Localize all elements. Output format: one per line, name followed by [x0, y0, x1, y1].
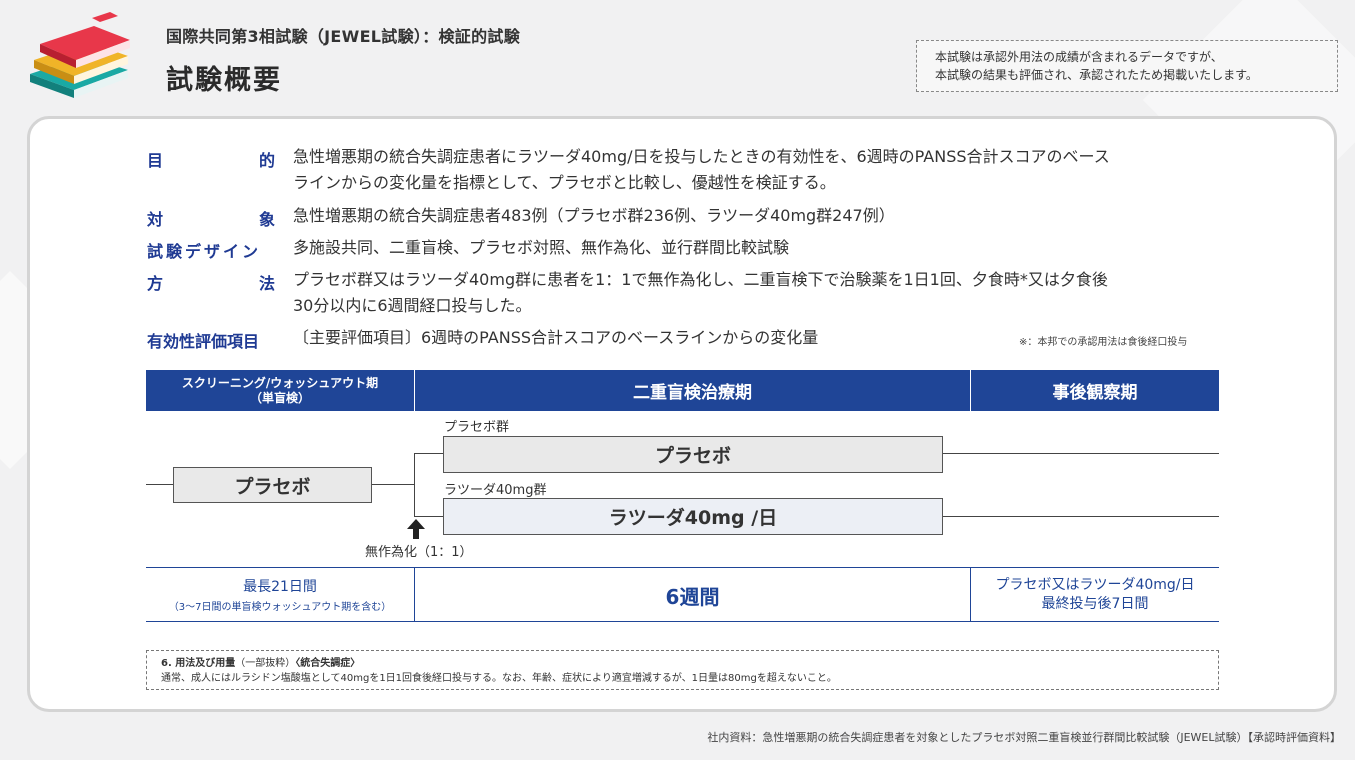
- source-footer: 社内資料：急性増悪期の統合失調症患者を対象としたプラセボ対照二重盲検並行群間比較…: [707, 731, 1341, 744]
- followup-duration-line: プラセボ又はラツーダ40mg/日: [995, 577, 1195, 593]
- method-label: 方法: [147, 274, 275, 293]
- phase-screening-line: （単盲検）: [249, 390, 310, 405]
- subject-label: 対象: [147, 210, 275, 229]
- method-line: 30分以内に6週間経口投与した。: [293, 296, 532, 315]
- purpose-line: 急性増悪期の統合失調症患者にラツーダ40mg/日を投与したときの有効性を、6週時…: [293, 147, 1110, 166]
- flow-line: [414, 453, 415, 517]
- screening-duration-note: （3～7日間の単盲検ウォッシュアウト期を含む）: [168, 602, 392, 613]
- flow-line: [414, 453, 444, 454]
- flow-line: [414, 516, 444, 517]
- phase-screening-header: スクリーニング/ウォッシュアウト期 （単盲検）: [146, 370, 414, 411]
- purpose-label: 目的: [147, 151, 275, 170]
- dosage-heading-tail: 〈統合失調症〉: [295, 658, 361, 669]
- screening-placebo-box: プラセボ: [173, 467, 372, 503]
- followup-duration: プラセボ又はラツーダ40mg/日 最終投与後7日間: [971, 576, 1219, 614]
- arrow-up-icon: [407, 519, 425, 539]
- screening-duration: 最長21日間 （3～7日間の単盲検ウォッシュアウト期を含む）: [146, 576, 414, 613]
- placebo-group-label: プラセボ群: [444, 420, 510, 435]
- flow-line: [371, 484, 415, 485]
- dosage-heading-part: （一部抜粋）: [235, 658, 296, 669]
- placebo-arm-box: プラセボ: [443, 436, 943, 473]
- notice-line: 本試験は承認外用法の成績が含まれるデータですが、: [935, 50, 1223, 64]
- purpose-text: 急性増悪期の統合失調症患者にラツーダ40mg/日を投与したときの有効性を、6週時…: [293, 144, 1110, 196]
- notice-line: 本試験の結果も評価され、承認されたため掲載いたします。: [935, 68, 1258, 82]
- page-subtitle: 国際共同第3相試験（JEWEL試験）：検証的試験: [166, 27, 520, 46]
- flow-line: [942, 453, 1219, 454]
- page-title: 試験概要: [166, 65, 282, 96]
- flow-line: [146, 484, 174, 485]
- endpoint-label: 有効性評価項目: [147, 332, 260, 351]
- randomization-label: 無作為化（1：1）: [365, 545, 473, 560]
- method-text: プラセボ群又はラツーダ40mg群に患者を1：1で無作為化し、二重盲検下で治験薬を…: [293, 267, 1108, 319]
- screening-duration-main: 最長21日間: [243, 579, 317, 595]
- dosage-heading: 6. 用法及び用量（一部抜粋）〈統合失調症〉: [161, 656, 1218, 671]
- dosage-box: 6. 用法及び用量（一部抜粋）〈統合失調症〉 通常、成人にはルラシドン塩酸塩とし…: [146, 650, 1219, 690]
- method-line: プラセボ群又はラツーダ40mg群に患者を1：1で無作為化し、二重盲検下で治験薬を…: [293, 270, 1108, 289]
- stacked-books-icon: [30, 12, 130, 98]
- design-text: 多施設共同、二重盲検、プラセボ対照、無作為化、並行群間比較試験: [293, 238, 790, 257]
- footnote: ※：本邦での承認用法は食後経口投与: [1019, 337, 1188, 348]
- phase-treatment-header: 二重盲検治療期: [414, 370, 971, 411]
- dosage-text: 通常、成人にはルラシドン塩酸塩として40mgを1日1回食後経口投与する。なお、年…: [161, 673, 837, 684]
- flow-line: [942, 516, 1219, 517]
- dosage-heading-bold: 6. 用法及び用量: [161, 658, 236, 669]
- phase-screening-line: スクリーニング/ウォッシュアウト期: [181, 375, 379, 390]
- latuda-arm-box: ラツーダ40mg /日: [443, 498, 943, 535]
- treatment-duration: 6週間: [665, 585, 720, 609]
- followup-duration-line: 最終投与後7日間: [1041, 596, 1149, 612]
- endpoint-text: 〔主要評価項目〕6週時のPANSS合計スコアのベースラインからの変化量: [293, 328, 819, 347]
- header-divider: [970, 370, 971, 411]
- phase-followup-header: 事後観察期: [971, 370, 1219, 411]
- subject-text: 急性増悪期の統合失調症患者483例（プラセボ群236例、ラツーダ40mg群247…: [293, 206, 895, 225]
- design-label: 試験デザイン: [147, 242, 262, 261]
- header-divider: [414, 370, 415, 411]
- latuda-group-label: ラツーダ40mg群: [444, 483, 547, 498]
- purpose-line: ラインからの変化量を指標として、プラセボと比較し、優越性を検証する。: [293, 173, 836, 192]
- notice-box: 本試験は承認外用法の成績が含まれるデータですが、 本試験の結果も評価され、承認さ…: [916, 40, 1338, 92]
